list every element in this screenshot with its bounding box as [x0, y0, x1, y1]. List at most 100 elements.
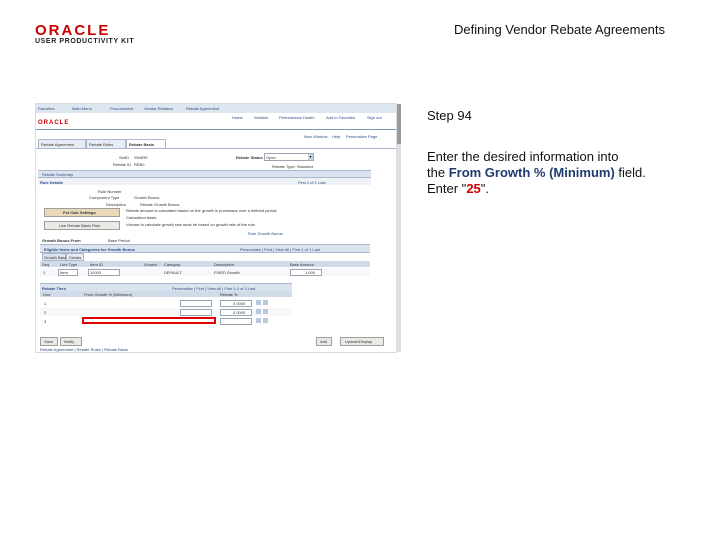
description-label: Description	[106, 202, 127, 207]
update-display-button[interactable]: Update/Display	[340, 337, 384, 346]
col-base-amount: Base Amount	[290, 262, 314, 267]
add-button[interactable]: Add	[316, 337, 332, 346]
line-type-select[interactable]: Item	[58, 269, 78, 276]
top-nav-bar: Favorites Main Menu Procurement Vendor R…	[36, 104, 396, 113]
instruction-suffix: field.	[614, 165, 646, 180]
nav-procurement[interactable]: Procurement	[110, 106, 133, 111]
setid-value: SHARE	[134, 155, 148, 160]
base-amount-input[interactable]: 1.000	[290, 269, 322, 276]
col-line: Line	[43, 292, 51, 297]
pct-calc-settings-button[interactable]: Pct Calc Settings	[44, 208, 120, 217]
from-growth-input[interactable]	[180, 309, 212, 316]
tab-label: Rebate Agreement	[41, 142, 75, 147]
instruction-line-1: Enter the desired information into	[427, 149, 619, 164]
col-from-growth: From Growth % (Minimum)	[84, 292, 133, 297]
rebate-pct-input[interactable]: 0.0000	[220, 309, 252, 316]
rule-number-label: Rule Number	[98, 189, 122, 194]
nav-favorites[interactable]: Favorites	[38, 106, 54, 111]
eligible-grid-title: Eligible Items and Categories for Growth…	[44, 247, 135, 252]
new-window-link[interactable]: New Window	[304, 134, 327, 139]
cell-item-id: 10003	[90, 270, 102, 275]
nav-main-menu[interactable]: Main Menu	[72, 106, 92, 111]
rebate-status-value: Open	[266, 155, 276, 160]
app-oracle-logo: ORACLE	[38, 120, 70, 126]
cell-line: 2	[44, 310, 47, 315]
tab-label: Growth Basis	[44, 255, 68, 260]
performance-link[interactable]: Performance Health	[279, 115, 315, 120]
from-growth-input[interactable]	[180, 300, 212, 307]
table-row: 2 0.0000	[40, 308, 292, 316]
delete-row-icon[interactable]	[263, 318, 268, 323]
help-link[interactable]: Help	[332, 134, 340, 139]
use-rebate-basis-button[interactable]: Use Rebate Basis Rule	[44, 221, 120, 230]
table-row: 3	[40, 317, 292, 326]
entry-value: 25	[466, 181, 481, 196]
tab-label: Details	[69, 255, 82, 260]
save-button[interactable]: Save	[40, 337, 58, 346]
button-label: Add	[320, 339, 328, 344]
add-favorites-link[interactable]: Add to Favorites	[326, 115, 355, 120]
rebate-pct-input[interactable]	[220, 318, 252, 325]
rebate-type-text: Rebate Type: Standard	[272, 164, 314, 169]
col-growth: Growth	[144, 262, 157, 267]
from-growth-minimum-input[interactable]	[82, 317, 216, 324]
footer-links[interactable]: Rebate Agreement | Rebate Rules | Rebate…	[40, 347, 128, 352]
delete-row-icon[interactable]	[263, 309, 268, 314]
scrollbar-thumb[interactable]	[397, 104, 401, 144]
rebate-status-select[interactable]: Open ▾	[264, 153, 314, 161]
button-label: Notify	[64, 339, 75, 344]
eligible-grid-columns: Seq Line Type Item ID Growth Category De…	[40, 261, 370, 267]
cell-line-type: Item	[60, 270, 68, 275]
col-description: Description	[214, 262, 235, 267]
rebate-status-label: Rebate Status	[236, 155, 263, 160]
add-row-icon[interactable]	[256, 300, 261, 305]
instruction-line-3: Enter "25".	[427, 181, 707, 197]
rebate-summary-bar[interactable]: Rebate Summary	[38, 170, 371, 178]
table-row: 1 Item 10003 DEFAULT FIXED Growth 1.000	[40, 268, 370, 276]
rebate-id-value: REB0	[134, 162, 145, 167]
sign-out-link[interactable]: Sign out	[367, 115, 382, 120]
tab-growth-basis[interactable]: Growth Basis	[42, 253, 68, 261]
rebate-pct-input[interactable]: 0.0000	[220, 300, 252, 307]
tiers-grid-columns: Line From Growth % (Minimum) Rebate %	[40, 291, 292, 297]
rule-text-1: Rebate amount is calculated based on the…	[126, 208, 278, 213]
rule-text-2: Calculation basis.	[126, 215, 158, 220]
button-label: Update/Display	[345, 339, 373, 344]
button-label: Pct Calc Settings	[63, 210, 96, 215]
eligible-grid-nav[interactable]: Personalize | Find | View All | First 1 …	[240, 247, 320, 252]
notify-button[interactable]: Notify	[60, 337, 82, 346]
cell-category: DEFAULT	[164, 270, 182, 275]
component-type-label: Component Type	[89, 195, 120, 200]
home-link[interactable]: Home	[232, 115, 243, 120]
cell-rebate: 0.0000	[233, 301, 246, 306]
enter-prefix: Enter "	[427, 181, 467, 196]
step-number: Step 94	[427, 108, 472, 123]
worklist-link[interactable]: Worklist	[254, 115, 268, 120]
component-type-value: Growth Bonus	[134, 195, 160, 200]
cell-line: 3	[44, 319, 47, 324]
tab-details[interactable]: Details	[66, 253, 84, 261]
rebate-id-label: Rebate ID	[113, 162, 132, 167]
rebate-summary-label: Rebate Summary	[42, 172, 74, 177]
item-id-input[interactable]: 10003	[88, 269, 120, 276]
col-rebate-pct: Rebate %	[220, 292, 238, 297]
personalize-page-link[interactable]: Personalize Page	[346, 134, 377, 139]
tab-label: Rebate Basis	[129, 142, 155, 147]
instruction-line-2: the From Growth % (Minimum) field.	[427, 165, 707, 181]
nav-vendor-rebates[interactable]: Vendor Rebates	[144, 106, 173, 111]
enter-suffix: ".	[480, 181, 490, 196]
rule-details-label: Rule Details	[40, 180, 63, 185]
add-row-icon[interactable]	[256, 309, 261, 314]
delete-row-icon[interactable]	[263, 300, 268, 305]
table-row: 1 0.0000	[40, 299, 292, 307]
col-item-id: Item ID	[90, 262, 103, 267]
instruction-text: Enter the desired information into the F…	[427, 149, 707, 197]
add-row-icon[interactable]	[256, 318, 261, 323]
cell-rebate: 0.0000	[233, 310, 246, 315]
rule-nav[interactable]: First 1 of 1 Last	[298, 180, 326, 185]
rule-growth-bonus-link[interactable]: Rule Growth Bonus	[248, 231, 283, 236]
eligible-grid-header: Eligible Items and Categories for Growth…	[40, 244, 370, 253]
nav-rebate-agreement[interactable]: Rebate Agreement	[186, 106, 219, 111]
tab-rebate-basis[interactable]: Rebate Basis	[126, 139, 166, 148]
cell-seq: 1	[43, 270, 46, 275]
